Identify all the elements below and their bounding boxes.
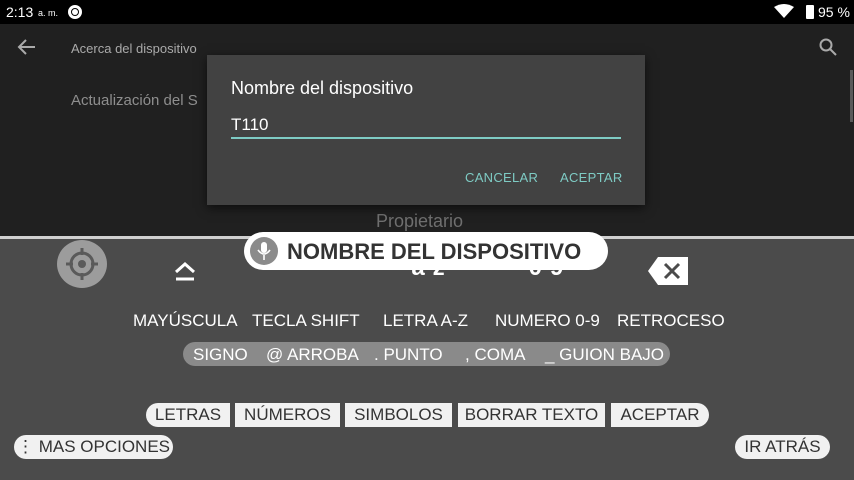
wifi-icon [774, 4, 794, 21]
accept-button[interactable]: ACEPTAR [560, 170, 623, 185]
recognized-speech: NOMBRE DEL DISPOSITIVO [244, 232, 608, 270]
command-number[interactable]: NUMERO 0-9 [495, 311, 600, 331]
device-name-input[interactable] [231, 113, 621, 139]
command-dot[interactable]: . PUNTO [374, 345, 443, 365]
backspace-icon[interactable] [648, 257, 688, 285]
command-uppercase[interactable]: MAYÚSCULA [133, 311, 238, 331]
speech-text: NOMBRE DEL DISPOSITIVO [287, 239, 582, 264]
crosshair-icon [66, 248, 98, 280]
more-options-label: MAS OPCIONES [38, 437, 171, 456]
battery-icon [806, 5, 814, 19]
clear-text-button[interactable]: BORRAR TEXTO [458, 403, 605, 427]
go-back-button[interactable]: IR ATRÁS [735, 435, 830, 459]
command-backspace[interactable]: RETROCESO [617, 311, 725, 331]
caps-lock-icon[interactable] [172, 258, 198, 284]
command-underscore[interactable]: _ GUION BAJO [545, 345, 664, 365]
back-arrow-icon[interactable] [16, 36, 38, 58]
clock: 2:13 [6, 4, 34, 20]
symbol-commands: SIGNO @ ARROBA . PUNTO , COMA _ GUION BA… [183, 342, 670, 366]
command-letter[interactable]: LETRA A-Z [383, 311, 468, 331]
command-comma[interactable]: , COMA [465, 345, 525, 365]
dialog-title: Nombre del dispositivo [231, 78, 414, 98]
settings-item-owner[interactable]: Propietario [376, 211, 463, 232]
settings-item-update[interactable]: Actualización del S [71, 92, 198, 109]
command-shift[interactable]: TECLA SHIFT [252, 311, 360, 331]
command-sign[interactable]: SIGNO [193, 345, 248, 365]
notification-icon [68, 5, 82, 19]
crosshair-button[interactable] [57, 240, 107, 288]
keyboard-accept-button[interactable]: ACEPTAR [611, 403, 709, 427]
clock-ampm: a. m. [38, 8, 59, 18]
more-options-button[interactable]: ⋮ MAS OPCIONES [14, 435, 173, 459]
rename-dialog: Nombre del dispositivo CANCELAR ACEPTAR [207, 55, 645, 205]
status-bar: 2:13 a. m. 95 % [0, 0, 854, 24]
scrollbar[interactable] [850, 70, 853, 122]
battery-percent: 95 % [818, 4, 850, 20]
mode-letters[interactable]: LETRAS [146, 403, 230, 427]
more-vert-icon: ⋮ [16, 437, 34, 456]
mode-symbols[interactable]: SIMBOLOS [345, 403, 452, 427]
page-title: Acerca del dispositivo [71, 41, 197, 56]
command-at[interactable]: @ ARROBA [266, 345, 359, 365]
mic-icon[interactable] [250, 237, 278, 265]
cancel-button[interactable]: CANCELAR [465, 170, 538, 185]
mode-numbers[interactable]: NÚMEROS [235, 403, 340, 427]
search-icon[interactable] [819, 38, 837, 56]
